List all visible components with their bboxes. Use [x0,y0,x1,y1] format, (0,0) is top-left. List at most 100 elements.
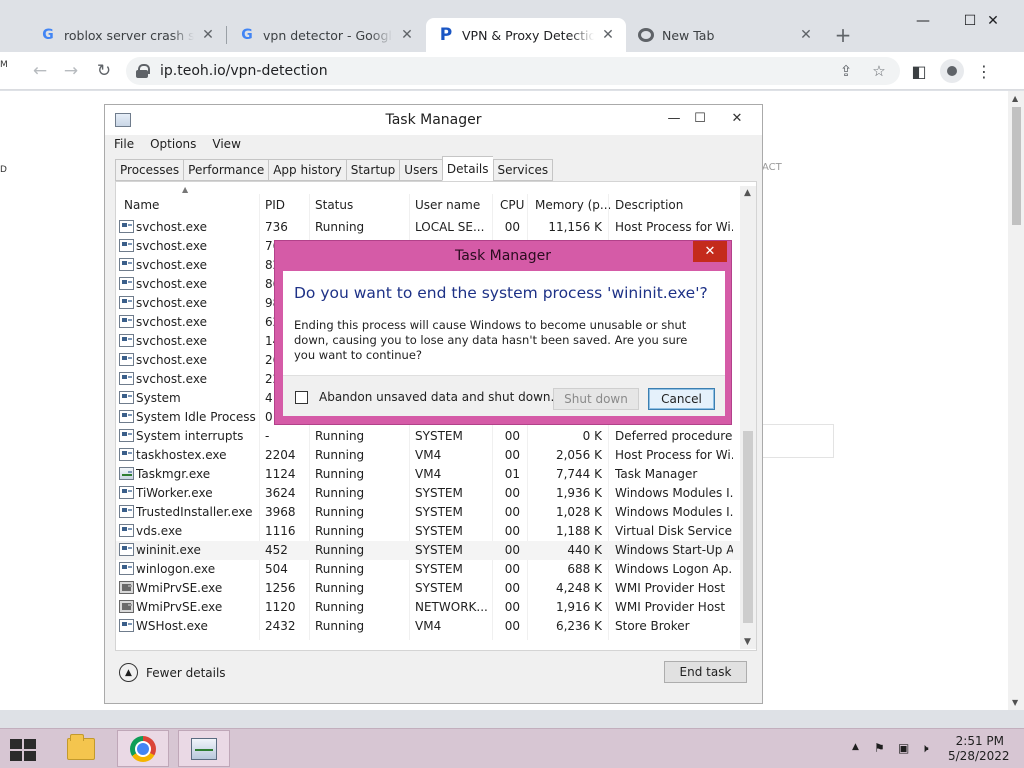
table-row[interactable]: WmiPrvSE.exe 1256 Running SYSTEM 00 4,248 K WM… [116,579,742,598]
new-tab-button[interactable]: + [832,23,854,47]
close-icon[interactable]: ✕ [693,241,727,262]
end-task-button[interactable]: End task [664,661,747,683]
table-row[interactable]: taskhostex.exe 2204 Running VM4 00 2,056 K Hos… [116,446,742,465]
address-bar[interactable]: ip.teoh.io/vpn-detection ⇪ ☆ [126,57,900,85]
table-row[interactable]: winlogon.exe 504 Running SYSTEM 00 688 K Windo… [116,560,742,579]
taskbar-file-explorer[interactable] [55,730,107,767]
column-header-status[interactable]: Status [315,198,353,212]
process-window-icon [119,619,134,632]
share-icon[interactable]: ⇪ [836,61,856,81]
tab-app-history[interactable]: App history [268,159,346,181]
column-header-name[interactable]: Name [124,198,159,212]
tab-vpn-detector-search[interactable]: G vpn detector - Google Search ✕ [227,18,425,52]
task-manager-titlebar[interactable]: Task Manager — ☐ ✕ [105,105,762,135]
cell-user: VM4 [415,619,442,633]
maximize-button[interactable]: ☐ [686,107,714,129]
cell-status: Running [315,220,365,234]
tab-services[interactable]: Services [492,159,554,181]
cell-status: Running [315,619,365,633]
scroll-down-arrow-icon[interactable]: ▼ [1012,698,1018,707]
table-row[interactable]: System interrupts - Running SYSTEM 00 0 K Defe… [116,427,742,446]
tab-startup[interactable]: Startup [345,159,400,181]
start-button[interactable] [10,739,38,761]
checkbox-box[interactable] [295,390,308,404]
table-row[interactable]: wininit.exe 452 Running SYSTEM 00 440 K Window… [116,541,742,560]
table-row[interactable]: TiWorker.exe 3624 Running SYSTEM 00 1,936 K Wi… [116,484,742,503]
close-icon[interactable]: ✕ [798,27,814,43]
profile-avatar[interactable] [940,59,964,83]
tab-users[interactable]: Users [399,159,442,181]
tab-processes[interactable]: Processes [115,159,184,181]
cell-name: System Idle Process [136,410,256,424]
cancel-button[interactable]: Cancel [648,388,715,410]
cell-user: SYSTEM [415,505,463,519]
tab-new-tab[interactable]: New Tab ✕ [626,18,824,52]
menu-file[interactable]: File [114,137,134,155]
cell-user: SYSTEM [415,562,463,576]
minimize-button[interactable]: — [910,8,936,34]
column-header-cpu[interactable]: CPU [500,198,524,212]
table-row[interactable]: WSHost.exe 2432 Running VM4 00 6,236 K Store B… [116,617,742,636]
table-scrollbar[interactable]: ▲ ▼ [740,186,756,649]
reload-button[interactable]: ↻ [91,58,117,84]
tab-details[interactable]: Details [441,156,493,181]
system-clock[interactable]: 2:51 PM 5/28/2022 [948,734,1010,764]
page-scrollbar[interactable]: ▲ ▼ [1008,91,1024,710]
url-text[interactable]: ip.teoh.io/vpn-detection [160,63,328,79]
table-row[interactable]: WmiPrvSE.exe 1120 Running NETWORK... 00 1,916… [116,598,742,617]
menu-options[interactable]: Options [150,137,196,155]
scroll-up-arrow-icon[interactable]: ▲ [744,188,751,198]
taskbar-chrome[interactable] [117,730,169,767]
scrollbar-thumb[interactable] [1012,107,1021,225]
show-hidden-icons-icon[interactable]: ▲ [852,742,859,752]
process-window-icon [119,296,134,309]
cell-status: Running [315,467,365,481]
menu-view[interactable]: View [212,137,240,155]
fewer-details-button[interactable]: ▲ Fewer details [119,663,226,682]
close-icon[interactable]: ✕ [600,27,616,43]
menu-kebab-icon[interactable]: ⋮ [972,59,996,83]
tab-performance[interactable]: Performance [183,159,269,181]
close-window-button[interactable]: ✕ [980,8,1006,34]
close-icon[interactable]: ✕ [399,27,415,43]
action-center-flag-icon[interactable]: ⚑ [874,741,885,755]
clock-time[interactable]: 2:51 PM [948,734,1004,749]
tab-roblox-search[interactable]: G roblox server crash script ✕ [28,18,226,52]
abandon-data-checkbox[interactable]: Abandon unsaved data and shut down. [295,390,554,404]
cell-desc: WMI Provider Host [615,581,726,595]
cell-user: VM4 [415,467,442,481]
chevron-up-icon[interactable]: ▲ [119,663,138,682]
shut-down-button[interactable]: Shut down [553,388,639,410]
fewer-details-label[interactable]: Fewer details [146,666,226,680]
clock-date[interactable]: 5/28/2022 [948,749,1010,764]
column-header-memory[interactable]: Memory (p... [535,198,611,212]
volume-muted-icon[interactable]: 🕨 [921,741,929,756]
back-button[interactable]: ← [27,58,53,84]
bookmark-star-icon[interactable]: ☆ [869,61,889,81]
column-header-pid[interactable]: PID [265,198,285,212]
scrollbar-thumb[interactable] [743,431,753,623]
end-process-dialog: Task Manager ✕ Do you want to end the sy… [274,240,732,425]
cell-name: svchost.exe [136,239,207,253]
column-header-description[interactable]: Description [615,198,683,212]
scroll-down-arrow-icon[interactable]: ▼ [744,637,751,647]
table-row[interactable]: TrustedInstaller.exe 3968 Running SYSTEM 00 1… [116,503,742,522]
network-icon[interactable]: ▣ [898,741,909,755]
table-row[interactable]: vds.exe 1116 Running SYSTEM 00 1,188 K Virtual… [116,522,742,541]
lock-icon[interactable] [136,64,150,78]
side-panel-icon[interactable]: ◧ [907,59,931,83]
table-row[interactable]: Taskmgr.exe 1124 Running VM4 01 7,744 K Task M… [116,465,742,484]
column-header-user-name[interactable]: User name [415,198,480,212]
cell-cpu: 00 [504,562,520,576]
checkbox-label[interactable]: Abandon unsaved data and shut down. [319,390,554,404]
close-button[interactable]: ✕ [723,107,751,129]
forward-button[interactable]: → [58,58,84,84]
close-icon[interactable]: ✕ [200,27,216,43]
scroll-up-arrow-icon[interactable]: ▲ [1012,94,1018,103]
chrome-icon [638,28,654,42]
cell-name: svchost.exe [136,372,207,386]
table-row[interactable]: svchost.exe 736 Running LOCAL SE... 00 11,156… [116,218,742,237]
taskbar-task-manager[interactable] [178,730,230,767]
minimize-button[interactable]: — [660,107,688,129]
tab-vpn-proxy-detection[interactable]: P VPN & Proxy Detection Tool ✕ [426,18,626,52]
